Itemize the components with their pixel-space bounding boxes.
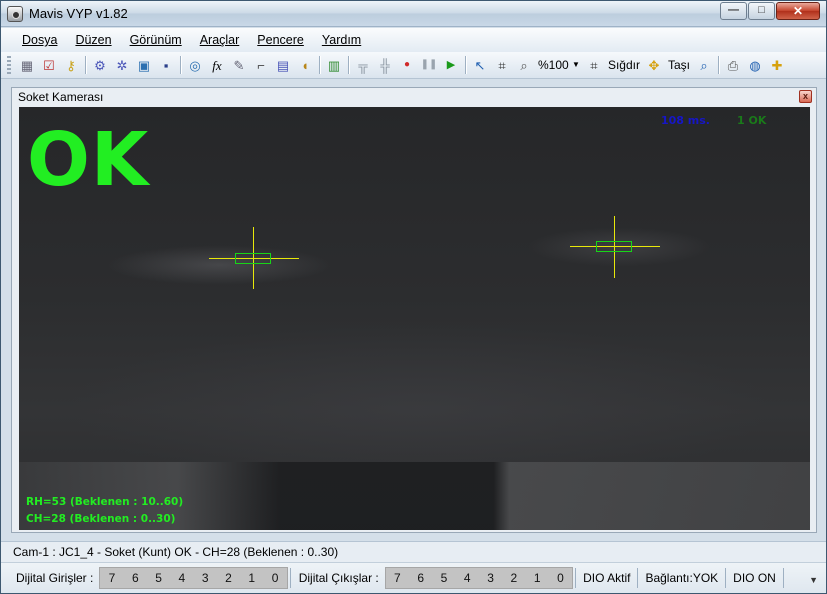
output-bit[interactable]: 7 xyxy=(386,571,409,585)
menu-araclar[interactable]: Araçlar xyxy=(191,33,249,47)
sound-icon[interactable]: ◖ xyxy=(294,54,316,76)
ok-counter: 1 OK xyxy=(737,114,767,127)
menu-bar: Dosya Düzen Görünüm Araçlar Pencere Yard… xyxy=(1,28,826,52)
camera-view[interactable]: OK 108 ms. 1 OK RH=53 (Beklenen : 10..60… xyxy=(19,107,810,530)
digital-outputs: 7 6 5 4 3 2 1 0 xyxy=(384,567,574,589)
search-icon[interactable]: ⌕ xyxy=(693,54,715,76)
record-icon[interactable]: ● xyxy=(396,54,418,76)
grid-icon[interactable]: ▦ xyxy=(16,54,38,76)
calculator-icon[interactable]: ▤ xyxy=(272,54,294,76)
save-icon[interactable]: ▪ xyxy=(155,54,177,76)
close-icon: x xyxy=(802,91,808,101)
fit-button[interactable]: Sığdır xyxy=(605,54,643,76)
digital-inputs: 7 6 5 4 3 2 1 0 xyxy=(99,567,288,589)
window-title: Mavis VYP v1.82 xyxy=(29,6,128,21)
output-bit[interactable]: 1 xyxy=(526,571,549,585)
settings-gear-icon[interactable]: ⚙ xyxy=(89,54,111,76)
trigger-multi-icon[interactable]: ╬ xyxy=(374,54,396,76)
ch-measurement: CH=28 (Beklenen : 0..30) xyxy=(26,513,176,525)
input-bit: 5 xyxy=(155,571,162,585)
print-icon[interactable]: ⎙ xyxy=(722,54,744,76)
rh-measurement: RH=53 (Beklenen : 10..60) xyxy=(26,496,184,508)
output-bit[interactable]: 2 xyxy=(502,571,525,585)
move-button[interactable]: Taşı xyxy=(665,54,693,76)
book-icon[interactable]: ▥ xyxy=(323,54,345,76)
add-window-icon[interactable]: ✚ xyxy=(766,54,788,76)
checklist-icon[interactable]: ☑ xyxy=(38,54,60,76)
digital-inputs-label: Dijital Girişler : xyxy=(16,571,94,585)
key-icon[interactable]: ⚷ xyxy=(60,54,82,76)
inspection-status: OK xyxy=(27,117,150,203)
zoom-select[interactable]: %100 ▼ xyxy=(535,54,583,76)
connection-status: Bağlantı:YOK xyxy=(645,571,719,585)
close-button[interactable]: ✕ xyxy=(776,2,820,20)
child-close-button[interactable]: x xyxy=(799,90,812,103)
camera-app-icon xyxy=(7,6,23,22)
input-bit: 2 xyxy=(225,571,232,585)
crosshair-right xyxy=(570,216,660,278)
input-bit: 4 xyxy=(178,571,186,585)
crosshair-left xyxy=(209,227,299,289)
minimize-icon: — xyxy=(728,4,739,16)
close-icon: ✕ xyxy=(792,4,804,18)
toolbar-grip[interactable] xyxy=(7,56,11,74)
title-bar[interactable]: Mavis VYP v1.82 — □ ✕ xyxy=(1,1,826,27)
app-window: Mavis VYP v1.82 — □ ✕ Dosya Düzen Görünü… xyxy=(0,0,827,594)
output-bit[interactable]: 5 xyxy=(432,571,455,585)
statusbar-chevron-down-icon[interactable]: ▼ xyxy=(809,575,818,585)
zoom-page-icon[interactable]: ⌕ xyxy=(513,54,535,76)
output-bit[interactable]: 6 xyxy=(409,571,432,585)
menu-yardim[interactable]: Yardım xyxy=(313,33,370,47)
dio-active-status: DIO Aktif xyxy=(583,571,631,585)
maximize-icon: □ xyxy=(758,4,765,16)
camera-child-window: Soket Kamerası x OK 108 ms. 1 OK RH=53 (… xyxy=(11,87,817,533)
gears-icon[interactable]: ✲ xyxy=(111,54,133,76)
image-icon[interactable]: ▣ xyxy=(133,54,155,76)
child-window-title: Soket Kamerası xyxy=(18,90,104,104)
move-icon[interactable]: ✥ xyxy=(643,54,665,76)
roi-box-left xyxy=(235,253,271,264)
trigger-icon[interactable]: ╦ xyxy=(352,54,374,76)
minimize-button[interactable]: — xyxy=(720,2,747,20)
input-bit: 3 xyxy=(201,571,209,585)
pause-icon[interactable]: ❚❚ xyxy=(418,54,440,76)
status-line: Cam-1 : JC1_4 - Soket (Kunt) OK - CH=28 … xyxy=(1,541,826,562)
fit-icon[interactable]: ⌗ xyxy=(583,54,605,76)
toolbar: ▦ ☑ ⚷ ⚙ ✲ ▣ ▪ ◎ fx ✎ ⌐ ▤ ◖ ▥ ╦ ╬ ● ❚❚ ▶ … xyxy=(1,52,826,79)
pointer-icon[interactable]: ↖ xyxy=(469,54,491,76)
io-status-bar: Dijital Girişler : 7 6 5 4 3 2 1 0 Dijit… xyxy=(1,562,826,593)
output-bit[interactable]: 3 xyxy=(479,571,502,585)
function-icon[interactable]: fx xyxy=(206,54,228,76)
chevron-down-icon: ▼ xyxy=(572,60,580,69)
child-title-bar[interactable]: Soket Kamerası x xyxy=(12,88,816,106)
input-bit: 7 xyxy=(108,571,116,585)
input-bit: 6 xyxy=(131,571,139,585)
inspection-time: 108 ms. xyxy=(661,114,710,127)
dio-on-status: DIO ON xyxy=(733,571,776,585)
play-icon[interactable]: ▶ xyxy=(440,54,462,76)
tools-icon[interactable]: ✎ xyxy=(228,54,250,76)
menu-pencere[interactable]: Pencere xyxy=(248,33,313,47)
network-icon[interactable]: ◍ xyxy=(744,54,766,76)
input-bit: 1 xyxy=(248,571,256,585)
menu-duzen[interactable]: Düzen xyxy=(66,33,120,47)
menu-dosya[interactable]: Dosya xyxy=(13,33,66,47)
output-bit[interactable]: 0 xyxy=(549,571,572,585)
status-message: Cam-1 : JC1_4 - Soket (Kunt) OK - CH=28 … xyxy=(13,545,339,559)
roi-box-right xyxy=(596,241,632,252)
menu-gorunum[interactable]: Görünüm xyxy=(121,33,191,47)
digital-outputs-label: Dijital Çıkışlar : xyxy=(298,571,379,585)
inspect-icon[interactable]: ◎ xyxy=(184,54,206,76)
crop-icon[interactable]: ⌗ xyxy=(491,54,513,76)
input-bit: 0 xyxy=(271,571,279,585)
output-bit[interactable]: 4 xyxy=(456,571,479,585)
maximize-button[interactable]: □ xyxy=(748,2,775,20)
ruler-icon[interactable]: ⌐ xyxy=(250,54,272,76)
